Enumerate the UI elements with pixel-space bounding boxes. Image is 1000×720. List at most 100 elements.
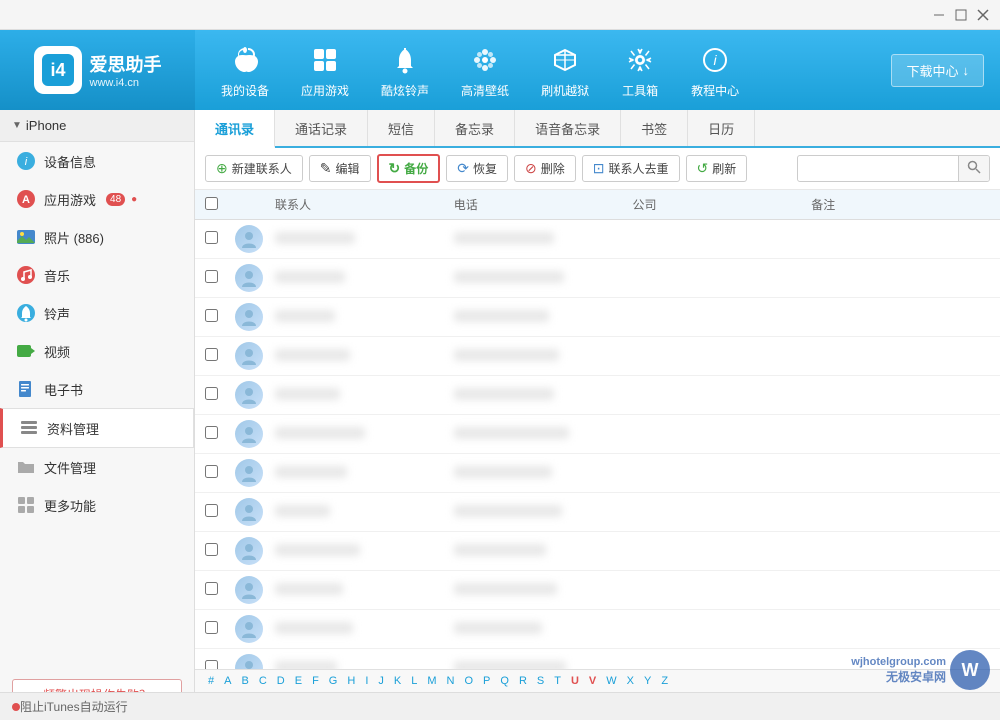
alpha-I[interactable]: I (362, 674, 371, 688)
search-input[interactable] (798, 158, 958, 180)
search-button[interactable] (958, 156, 989, 181)
sidebar-item-data-management[interactable]: 资料管理 (0, 408, 194, 448)
sidebar-item-more-features[interactable]: 更多功能 (0, 486, 194, 524)
table-row[interactable] (195, 220, 1000, 259)
table-row[interactable] (195, 298, 1000, 337)
delete-button[interactable]: ⊘ 删除 (514, 155, 576, 182)
alpha-E[interactable]: E (292, 674, 305, 688)
edit-button[interactable]: ✎ 编辑 (309, 155, 371, 182)
download-button[interactable]: 下载中心 ↓ (891, 54, 984, 87)
restore-button[interactable]: ⟳ 恢复 (446, 155, 508, 182)
maximize-button[interactable] (952, 6, 970, 24)
svg-text:A: A (22, 194, 30, 206)
tab-notes-label: 备忘录 (455, 119, 494, 138)
alpha-U[interactable]: U (568, 674, 582, 688)
title-bar (0, 0, 1000, 30)
tab-call-log-label: 通话记录 (295, 119, 347, 138)
table-row[interactable] (195, 259, 1000, 298)
alpha-H[interactable]: H (344, 674, 358, 688)
table-row[interactable] (195, 493, 1000, 532)
tab-bookmarks[interactable]: 书签 (621, 110, 688, 146)
table-row[interactable] (195, 532, 1000, 571)
brand-name: 爱思助手 (90, 51, 162, 77)
header-phone: 电话 (454, 196, 633, 213)
close-button[interactable] (974, 6, 992, 24)
backup-button[interactable]: ↻ 备份 (377, 154, 441, 183)
row-avatar (235, 225, 275, 253)
table-row[interactable] (195, 337, 1000, 376)
restore-label: 恢复 (473, 160, 497, 177)
sidebar-item-videos[interactable]: 视频 (0, 332, 194, 370)
alpha-X[interactable]: X (624, 674, 637, 688)
table-row[interactable] (195, 571, 1000, 610)
table-row[interactable] (195, 376, 1000, 415)
alpha-O[interactable]: O (461, 674, 476, 688)
nav-item-wallpapers[interactable]: 高清壁纸 (445, 34, 525, 107)
contact-name (275, 349, 350, 361)
sidebar-item-device-info[interactable]: i 设备信息 (0, 142, 194, 180)
alpha-M[interactable]: M (424, 674, 439, 688)
alpha-S[interactable]: S (534, 674, 547, 688)
nav-item-jailbreak[interactable]: 刷机越狱 (525, 34, 605, 107)
table-row[interactable] (195, 415, 1000, 454)
alpha-Y[interactable]: Y (641, 674, 654, 688)
refresh-icon: ↺ (697, 160, 709, 177)
sidebar-item-photos[interactable]: 照片 (886) (0, 218, 194, 256)
alpha-C[interactable]: C (256, 674, 270, 688)
tab-calendar[interactable]: 日历 (688, 110, 755, 146)
alpha-D[interactable]: D (274, 674, 288, 688)
tab-sms[interactable]: 短信 (368, 110, 435, 146)
merge-button[interactable]: ⊡ 联系人去重 (582, 155, 680, 182)
contact-phone (454, 544, 546, 556)
sidebar-item-apps-games[interactable]: A 应用游戏 48 ● (0, 180, 194, 218)
contact-phone (454, 271, 564, 283)
new-contact-label: 新建联系人 (232, 160, 292, 177)
nav-item-tutorials[interactable]: i 教程中心 (675, 34, 755, 107)
minimize-button[interactable] (930, 6, 948, 24)
alpha-A[interactable]: A (221, 674, 234, 688)
table-row[interactable] (195, 610, 1000, 649)
tab-voice-memo[interactable]: 语音备忘录 (515, 110, 621, 146)
contact-phone (454, 232, 554, 244)
ringtone-icon (16, 303, 36, 323)
row-check[interactable] (205, 231, 235, 247)
alpha-Q[interactable]: Q (497, 674, 512, 688)
backup-label: 备份 (404, 160, 428, 177)
alpha-J[interactable]: J (375, 674, 387, 688)
alpha-Z[interactable]: Z (658, 674, 671, 688)
sidebar-item-ebooks[interactable]: 电子书 (0, 370, 194, 408)
alpha-B[interactable]: B (238, 674, 251, 688)
select-all-checkbox[interactable] (205, 197, 218, 210)
alpha-F[interactable]: F (309, 674, 322, 688)
tab-notes[interactable]: 备忘录 (435, 110, 515, 146)
contact-name (275, 505, 330, 517)
alpha-V[interactable]: V (586, 674, 599, 688)
content-area: 通讯录 通话记录 短信 备忘录 语音备忘录 书签 日历 ⊕ (195, 110, 1000, 720)
avatar (235, 225, 263, 253)
sidebar-item-music[interactable]: 音乐 (0, 256, 194, 294)
table-row[interactable] (195, 454, 1000, 493)
alpha-R[interactable]: R (516, 674, 530, 688)
refresh-button[interactable]: ↺ 刷新 (686, 155, 748, 182)
nav-item-toolbox[interactable]: 工具箱 (605, 34, 675, 107)
alpha-hash[interactable]: # (205, 674, 217, 688)
nav-item-apps[interactable]: 应用游戏 (285, 34, 365, 107)
alpha-T[interactable]: T (551, 674, 564, 688)
sidebar-item-file-management[interactable]: 文件管理 (0, 448, 194, 486)
nav-item-my-device[interactable]: 我的设备 (205, 34, 285, 107)
header-check (205, 197, 235, 213)
tab-contacts[interactable]: 通讯录 (195, 110, 275, 148)
alpha-L[interactable]: L (408, 674, 420, 688)
alpha-K[interactable]: K (391, 674, 404, 688)
contact-phone (454, 349, 559, 361)
sidebar-item-ringtones[interactable]: 铃声 (0, 294, 194, 332)
tab-call-log[interactable]: 通话记录 (275, 110, 368, 146)
nav-item-ringtones[interactable]: 酷炫铃声 (365, 34, 445, 107)
new-contact-button[interactable]: ⊕ 新建联系人 (205, 155, 303, 182)
alpha-G[interactable]: G (326, 674, 341, 688)
alpha-W[interactable]: W (603, 674, 619, 688)
alpha-N[interactable]: N (444, 674, 458, 688)
alpha-P[interactable]: P (480, 674, 493, 688)
watermark-logo: W (950, 650, 990, 690)
watermark-text: 无极安卓网 (851, 668, 946, 685)
